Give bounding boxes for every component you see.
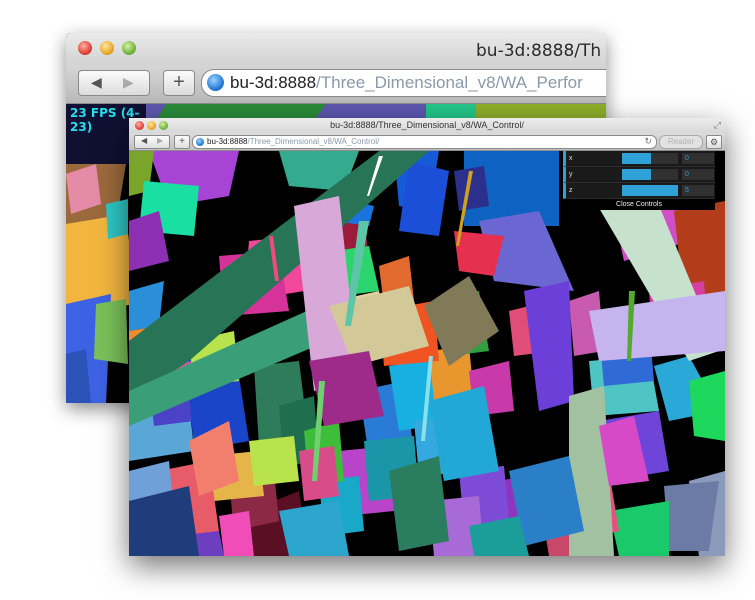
back-arrow-icon[interactable]: ◀ [91,74,102,91]
close-window-button[interactable] [78,41,92,55]
back-forward-group: ◀ ▶ [134,135,170,149]
zoom-window-button[interactable] [122,41,136,55]
gear-icon[interactable]: ⚙ [706,135,722,149]
control-row-y: y 0 [563,167,715,183]
reader-button[interactable]: Reader [659,135,703,149]
forward-arrow-icon[interactable]: ▶ [123,74,134,91]
front-url-text: bu-3d:8888/Three_Dimensional_v8/WA_Contr… [207,137,379,146]
add-bookmark-button[interactable]: + [174,135,190,149]
front-url-path: /Three_Dimensional_v8/WA_Control/ [247,137,380,146]
front-url-host: bu-3d:8888 [207,137,248,146]
slider-y-fill [622,169,652,180]
slider-z[interactable] [622,185,678,196]
close-controls-button[interactable]: Close Controls [563,199,715,210]
control-label-z: z [569,187,573,194]
back-url-text: bu-3d:8888/Three_Dimensional_v8/WA_Perfo… [230,73,583,93]
back-url-host: bu-3d:8888 [230,73,317,92]
globe-icon [196,138,204,146]
globe-icon [207,74,224,91]
slider-x-fill [622,153,652,164]
control-row-z: z 5 [563,183,715,199]
resize-arrows-icon[interactable]: ⤢ [714,120,721,131]
back-address-bar[interactable]: bu-3d:8888/Three_Dimensional_v8/WA_Perfo… [201,69,606,97]
value-field-x[interactable]: 0 [682,153,714,164]
back-url-path: /Three_Dimensional_v8/WA_Perfor [316,73,583,92]
front-window-title: bu-3d:8888/Three_Dimensional_v8/WA_Contr… [330,120,524,130]
front-title-bar[interactable]: bu-3d:8888/Three_Dimensional_v8/WA_Contr… [129,118,725,133]
controls-panel: x 0 y 0 z 5 Close Controls [563,151,715,210]
back-arrow-icon[interactable]: ◀ [141,136,147,145]
forward-arrow-icon[interactable]: ▶ [157,136,163,145]
value-field-y[interactable]: 0 [682,169,714,180]
control-label-y: y [569,171,573,178]
front-browser-window[interactable]: bu-3d:8888/Three_Dimensional_v8/WA_Contr… [129,118,725,556]
scene-graphic [129,151,725,556]
slider-y[interactable] [622,169,678,180]
front-address-bar[interactable]: bu-3d:8888/Three_Dimensional_v8/WA_Contr… [192,135,657,149]
back-window-title: bu-3d:8888/Th [476,41,602,61]
control-label-x: x [569,155,573,162]
back-forward-group: ◀ ▶ [78,70,150,96]
minimize-window-button[interactable] [100,41,114,55]
add-bookmark-button[interactable]: + [163,70,195,96]
back-title-bar[interactable]: bu-3d:8888/Th [66,33,606,65]
slider-z-fill [622,185,678,196]
reload-icon[interactable]: ↻ [644,136,652,147]
webgl-canvas[interactable]: x 0 y 0 z 5 Close Controls [129,151,725,556]
value-field-z[interactable]: 5 [682,185,714,196]
control-row-x: x 0 [563,151,715,167]
slider-x[interactable] [622,153,678,164]
